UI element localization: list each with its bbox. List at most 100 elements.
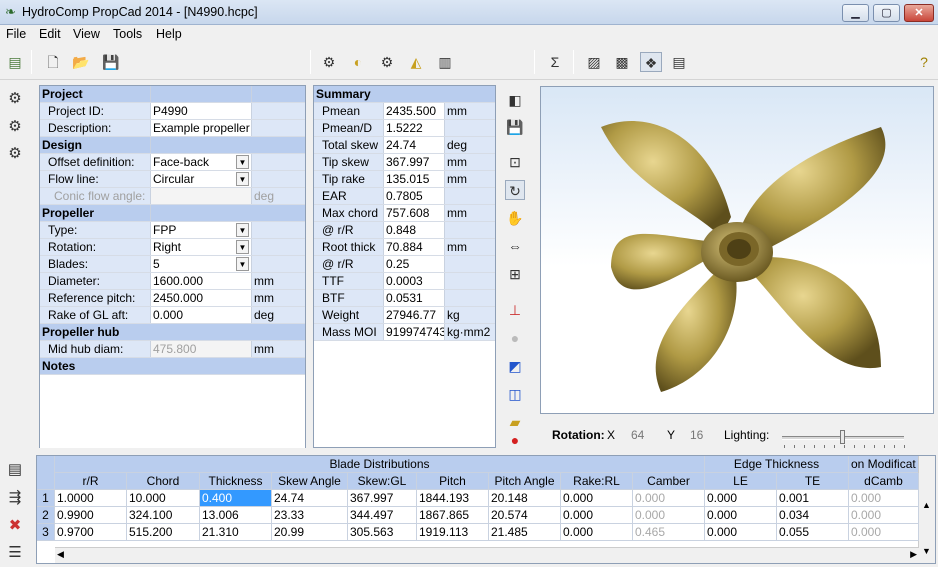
save-icon[interactable]: 💾: [100, 52, 122, 72]
offset-definition-select[interactable]: Face-back ▼: [151, 154, 252, 170]
3d-viewport[interactable]: [540, 86, 934, 414]
chevron-left-icon[interactable]: ◀: [57, 549, 64, 560]
grid-cell[interactable]: 0.000: [849, 524, 919, 541]
grid-cell[interactable]: 0.055: [777, 524, 849, 541]
menu-view[interactable]: View: [73, 27, 100, 41]
chevron-down-icon[interactable]: ▼: [236, 155, 249, 169]
report-icon[interactable]: ▥: [434, 52, 456, 72]
chevron-down-icon[interactable]: ▼: [922, 546, 931, 556]
propeller-wizard-icon[interactable]: ⚙: [318, 52, 340, 72]
menu-help[interactable]: Help: [156, 27, 182, 41]
blade-icon[interactable]: ◐: [347, 52, 369, 72]
chevron-down-icon[interactable]: ▼: [236, 257, 249, 271]
column-header[interactable]: Pitch Angle: [489, 473, 561, 490]
notes-textarea[interactable]: [40, 375, 305, 448]
insert-row-icon[interactable]: ⇶: [5, 488, 25, 508]
export-icon[interactable]: ◭: [405, 52, 427, 72]
color-icon[interactable]: ◩: [505, 356, 525, 376]
grid-cell[interactable]: 0.000: [849, 507, 919, 524]
chart-icon[interactable]: ▨: [583, 52, 605, 72]
close-button[interactable]: ✕: [904, 4, 934, 22]
horizontal-scrollbar[interactable]: ◀ ▶: [55, 547, 919, 563]
table-icon[interactable]: ▤: [5, 460, 25, 480]
column-header[interactable]: Skew:GL: [348, 473, 417, 490]
maximize-button[interactable]: ▢: [873, 4, 900, 22]
column-header[interactable]: Rake:RL: [561, 473, 633, 490]
sigma-calc-icon[interactable]: Σ: [544, 52, 566, 72]
column-header[interactable]: Thickness: [200, 473, 272, 490]
grid-cell[interactable]: 0.000: [561, 524, 633, 541]
chevron-up-icon[interactable]: ▲: [922, 500, 931, 510]
properties-icon[interactable]: ⚙: [5, 89, 25, 109]
grid-cell[interactable]: 0.000: [705, 524, 777, 541]
grid-cell[interactable]: 23.33: [272, 507, 348, 524]
column-header[interactable]: Pitch: [417, 473, 489, 490]
grid-cell[interactable]: 1844.193: [417, 490, 489, 507]
lighting-slider-thumb[interactable]: [840, 430, 845, 444]
column-header[interactable]: LE: [705, 473, 777, 490]
chevron-right-icon[interactable]: ▶: [910, 549, 917, 560]
grid-cell[interactable]: 20.148: [489, 490, 561, 507]
grid-cell[interactable]: 0.000: [561, 490, 633, 507]
vertical-scrollbar[interactable]: ▲ ▼: [918, 456, 935, 563]
grid-cell[interactable]: 20.574: [489, 507, 561, 524]
pan-icon[interactable]: ✋: [505, 208, 525, 228]
grid-cell[interactable]: 0.9900: [55, 507, 127, 524]
grid-cell[interactable]: 0.000: [849, 490, 919, 507]
grid-cell[interactable]: 344.497: [348, 507, 417, 524]
settings-icon[interactable]: ⚙: [5, 117, 25, 137]
row-number[interactable]: 2: [37, 507, 55, 524]
zoom-icon[interactable]: ⊡: [505, 152, 525, 172]
image-icon[interactable]: ▩: [611, 52, 633, 72]
description-field[interactable]: Example propeller: [151, 120, 252, 136]
grid-cell[interactable]: 0.000: [561, 507, 633, 524]
help-icon[interactable]: ?: [913, 52, 935, 72]
column-header[interactable]: r/R: [55, 473, 127, 490]
column-header[interactable]: TE: [777, 473, 849, 490]
rake-field[interactable]: 0.000: [151, 307, 252, 323]
menu-file[interactable]: File: [6, 27, 26, 41]
grid-cell[interactable]: 0.465: [633, 524, 705, 541]
flow-line-select[interactable]: Circular ▼: [151, 171, 252, 187]
hub-icon[interactable]: ⚙: [376, 52, 398, 72]
move-icon[interactable]: ⇔: [505, 236, 525, 256]
column-header[interactable]: dCamb: [849, 473, 919, 490]
gear-icon[interactable]: ⚙: [5, 144, 25, 164]
column-header[interactable]: Camber: [633, 473, 705, 490]
solid-icon[interactable]: ◫: [505, 384, 525, 404]
grid-cell[interactable]: 1.0000: [55, 490, 127, 507]
list-icon[interactable]: ☰: [5, 543, 25, 563]
project-id-field[interactable]: P4990: [151, 103, 252, 119]
grid-cell[interactable]: 1919.113: [417, 524, 489, 541]
grid-cell[interactable]: 24.74: [272, 490, 348, 507]
new-file-icon[interactable]: 🗋: [42, 52, 64, 72]
rotation-select[interactable]: Right ▼: [151, 239, 252, 255]
grid-cell[interactable]: 324.100: [127, 507, 200, 524]
grid-cell[interactable]: 0.001: [777, 490, 849, 507]
grid-cell[interactable]: 0.000: [633, 507, 705, 524]
grid-cell[interactable]: 515.200: [127, 524, 200, 541]
grid-cell[interactable]: 305.563: [348, 524, 417, 541]
delete-row-icon[interactable]: ✖: [5, 516, 25, 536]
diameter-field[interactable]: 1600.000: [151, 273, 252, 289]
minimize-button[interactable]: ▁: [842, 4, 869, 22]
row-number[interactable]: 1: [37, 490, 55, 507]
column-header[interactable]: Skew Angle: [272, 473, 348, 490]
open-folder-icon[interactable]: 📂: [70, 52, 92, 72]
chevron-down-icon[interactable]: ▼: [236, 240, 249, 254]
view-3d-icon[interactable]: ❖: [640, 52, 662, 72]
menu-edit[interactable]: Edit: [39, 27, 61, 41]
grid-cell[interactable]: 0.034: [777, 507, 849, 524]
rotate-icon[interactable]: ↻: [505, 180, 525, 200]
grid-cell[interactable]: 20.99: [272, 524, 348, 541]
menu-tools[interactable]: Tools: [113, 27, 142, 41]
grid-cell[interactable]: 1867.865: [417, 507, 489, 524]
save-view-icon[interactable]: 💾: [505, 117, 525, 137]
zoom-window-icon[interactable]: ⊞: [505, 264, 525, 284]
project-tree-icon[interactable]: ▤: [4, 52, 26, 72]
grid-cell[interactable]: 367.997: [348, 490, 417, 507]
grid-cell[interactable]: 0.9700: [55, 524, 127, 541]
chevron-down-icon[interactable]: ▼: [236, 223, 249, 237]
document-icon[interactable]: ▤: [668, 52, 690, 72]
column-header[interactable]: Chord: [127, 473, 200, 490]
